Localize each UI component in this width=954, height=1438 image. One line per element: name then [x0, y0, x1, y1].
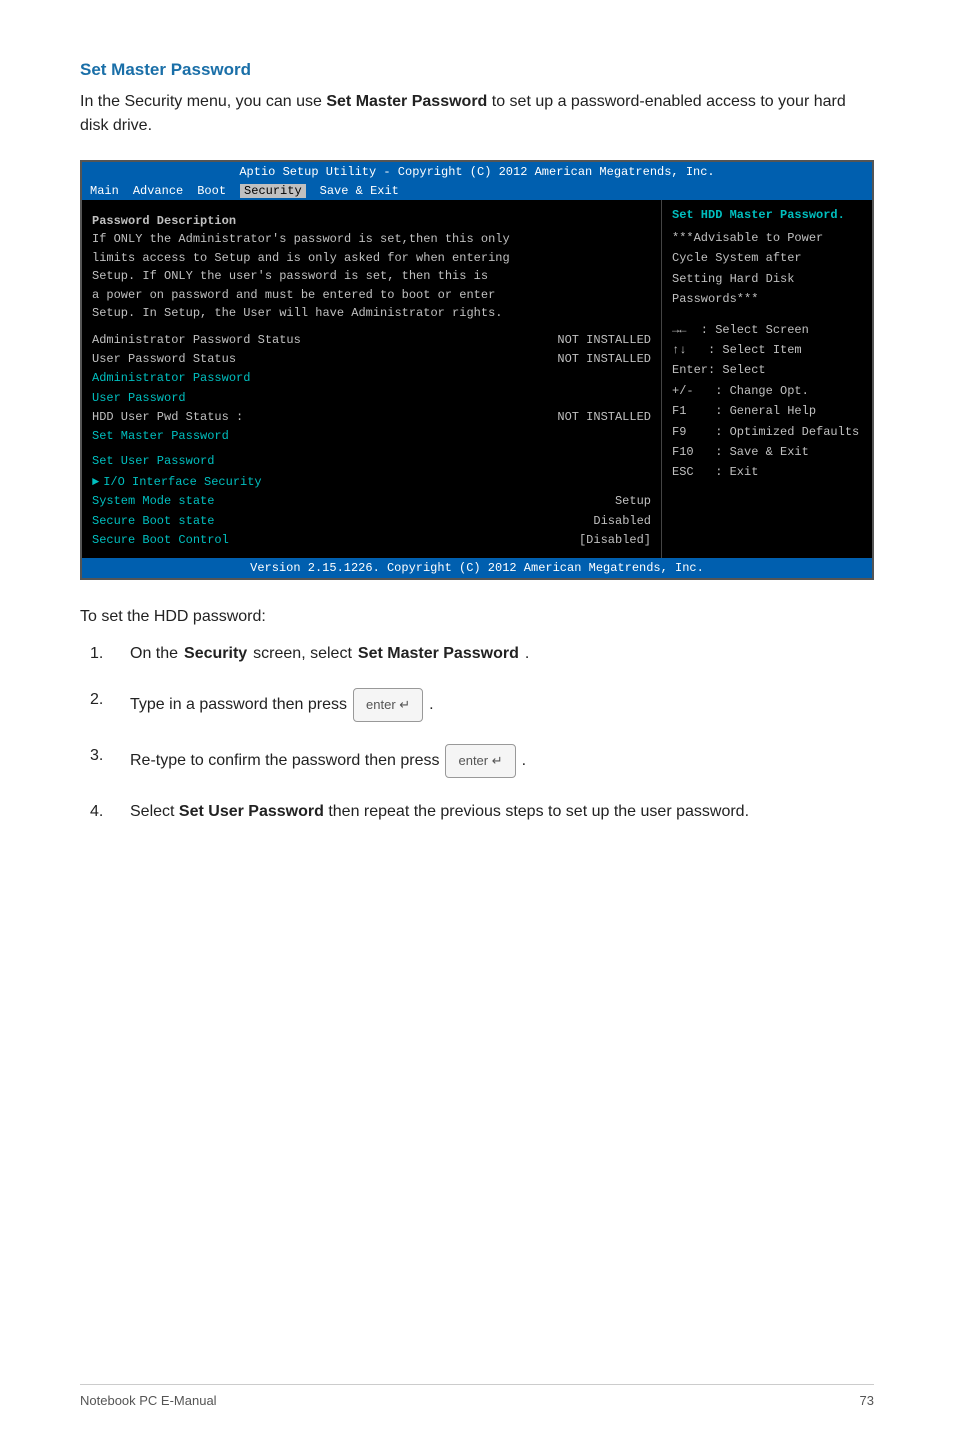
bios-sidebar-note: ***Advisable to Power Cycle System after… [672, 228, 862, 310]
bios-sidebar-keys: →← : Select Screen ↑↓ : Select Item Ente… [672, 320, 862, 483]
step-2: 2. Type in a password then press enter ↵… [90, 688, 874, 722]
step-3-text: Re-type to confirm the password then pre… [130, 749, 439, 773]
steps-intro: To set the HDD password: [80, 608, 874, 626]
key-esc: ESC : Exit [672, 462, 862, 482]
step-4-content: Select Set User Password then repeat the… [130, 800, 749, 824]
menu-boot: Boot [197, 184, 226, 198]
intro-text-before: In the Security menu, you can use [80, 93, 326, 110]
key-enter: Enter: Select [672, 360, 862, 380]
step-3-num: 3. [90, 744, 130, 768]
key-f10: F10 : Save & Exit [672, 442, 862, 462]
bios-left-panel: Password Description If ONLY the Adminis… [82, 200, 662, 558]
step-2-num: 2. [90, 688, 130, 712]
bios-item-secure-boot-control: Secure Boot Control [Disabled] [92, 531, 651, 550]
key-change-opt: +/- : Change Opt. [672, 381, 862, 401]
key-f1: F1 : General Help [672, 401, 862, 421]
step-2-text-after: . [429, 693, 433, 717]
step-1-bold2: Set Master Password [358, 642, 519, 666]
page-footer: Notebook PC E-Manual 73 [80, 1384, 874, 1408]
bios-right-panel: Set HDD Master Password. ***Advisable to… [662, 200, 872, 558]
step-4-num: 4. [90, 800, 130, 824]
enter-symbol-1: enter ↵ [366, 695, 410, 715]
menu-advance: Advance [133, 184, 183, 198]
enter-key-2: enter ↵ [445, 744, 515, 778]
enter-symbol-2: enter ↵ [458, 751, 502, 771]
key-select-screen: →← : Select Screen [672, 320, 862, 340]
step-2-text: Type in a password then press [130, 693, 347, 717]
step-4-bold: Set User Password [179, 803, 324, 820]
footer-right: 73 [860, 1393, 874, 1408]
key-f9: F9 : Optimized Defaults [672, 422, 862, 442]
bios-section-header: Password Description [92, 214, 651, 228]
step-4: 4. Select Set User Password then repeat … [90, 800, 874, 824]
enter-key-1: enter ↵ [353, 688, 423, 722]
menu-main: Main [90, 184, 119, 198]
intro-paragraph: In the Security menu, you can use Set Ma… [80, 90, 874, 138]
intro-bold: Set Master Password [326, 93, 487, 110]
step-1-text-after: . [525, 642, 529, 666]
step-3-text-after: . [522, 749, 526, 773]
bios-item-system-mode: System Mode state Setup [92, 492, 651, 511]
step-2-content: Type in a password then press enter ↵ . [130, 688, 434, 722]
bios-sidebar-title: Set HDD Master Password. [672, 208, 862, 222]
step-4-text-after: then repeat the previous steps to set up… [324, 803, 749, 820]
bios-item-set-user: Set User Password [92, 452, 651, 471]
footer-left: Notebook PC E-Manual [80, 1393, 217, 1408]
bios-footer: Version 2.15.1226. Copyright (C) 2012 Am… [82, 558, 872, 578]
step-4-text-before: Select [130, 803, 179, 820]
step-1: 1. On the Security screen, select Set Ma… [90, 642, 874, 666]
bios-item-hdd-status: HDD User Pwd Status : NOT INSTALLED [92, 408, 651, 427]
bios-description: If ONLY the Administrator's password is … [92, 230, 651, 323]
bios-menubar: Main Advance Boot Security Save & Exit [82, 182, 872, 200]
steps-list: 1. On the Security screen, select Set Ma… [90, 642, 874, 824]
bios-item-secure-boot: Secure Boot state Disabled [92, 512, 651, 531]
step-3-content: Re-type to confirm the password then pre… [130, 744, 526, 778]
step-1-content: On the Security screen, select Set Maste… [130, 642, 529, 666]
bios-body: Password Description If ONLY the Adminis… [82, 200, 872, 558]
bios-screenshot: Aptio Setup Utility - Copyright (C) 2012… [80, 160, 874, 580]
bios-arrow-icon: ► [92, 475, 99, 489]
menu-security: Security [240, 184, 306, 198]
step-1-text-mid: screen, select [253, 642, 352, 666]
bios-item-user-password: User Password [92, 389, 651, 408]
bios-item-io-security: ►I/O Interface Security [92, 473, 651, 492]
bios-item-admin-status: Administrator Password Status NOT INSTAL… [92, 331, 651, 350]
step-1-text-before: On the [130, 642, 178, 666]
bios-header: Aptio Setup Utility - Copyright (C) 2012… [82, 162, 872, 182]
bios-item-set-master: Set Master Password [92, 427, 651, 446]
menu-save-exit: Save & Exit [320, 184, 399, 198]
bios-item-admin-password: Administrator Password [92, 369, 651, 388]
step-1-num: 1. [90, 642, 130, 666]
step-1-bold1: Security [184, 642, 247, 666]
section-title: Set Master Password [80, 60, 874, 80]
step-3: 3. Re-type to confirm the password then … [90, 744, 874, 778]
bios-item-user-status: User Password Status NOT INSTALLED [92, 350, 651, 369]
key-select-item: ↑↓ : Select Item [672, 340, 862, 360]
page-container: Set Master Password In the Security menu… [0, 0, 954, 906]
